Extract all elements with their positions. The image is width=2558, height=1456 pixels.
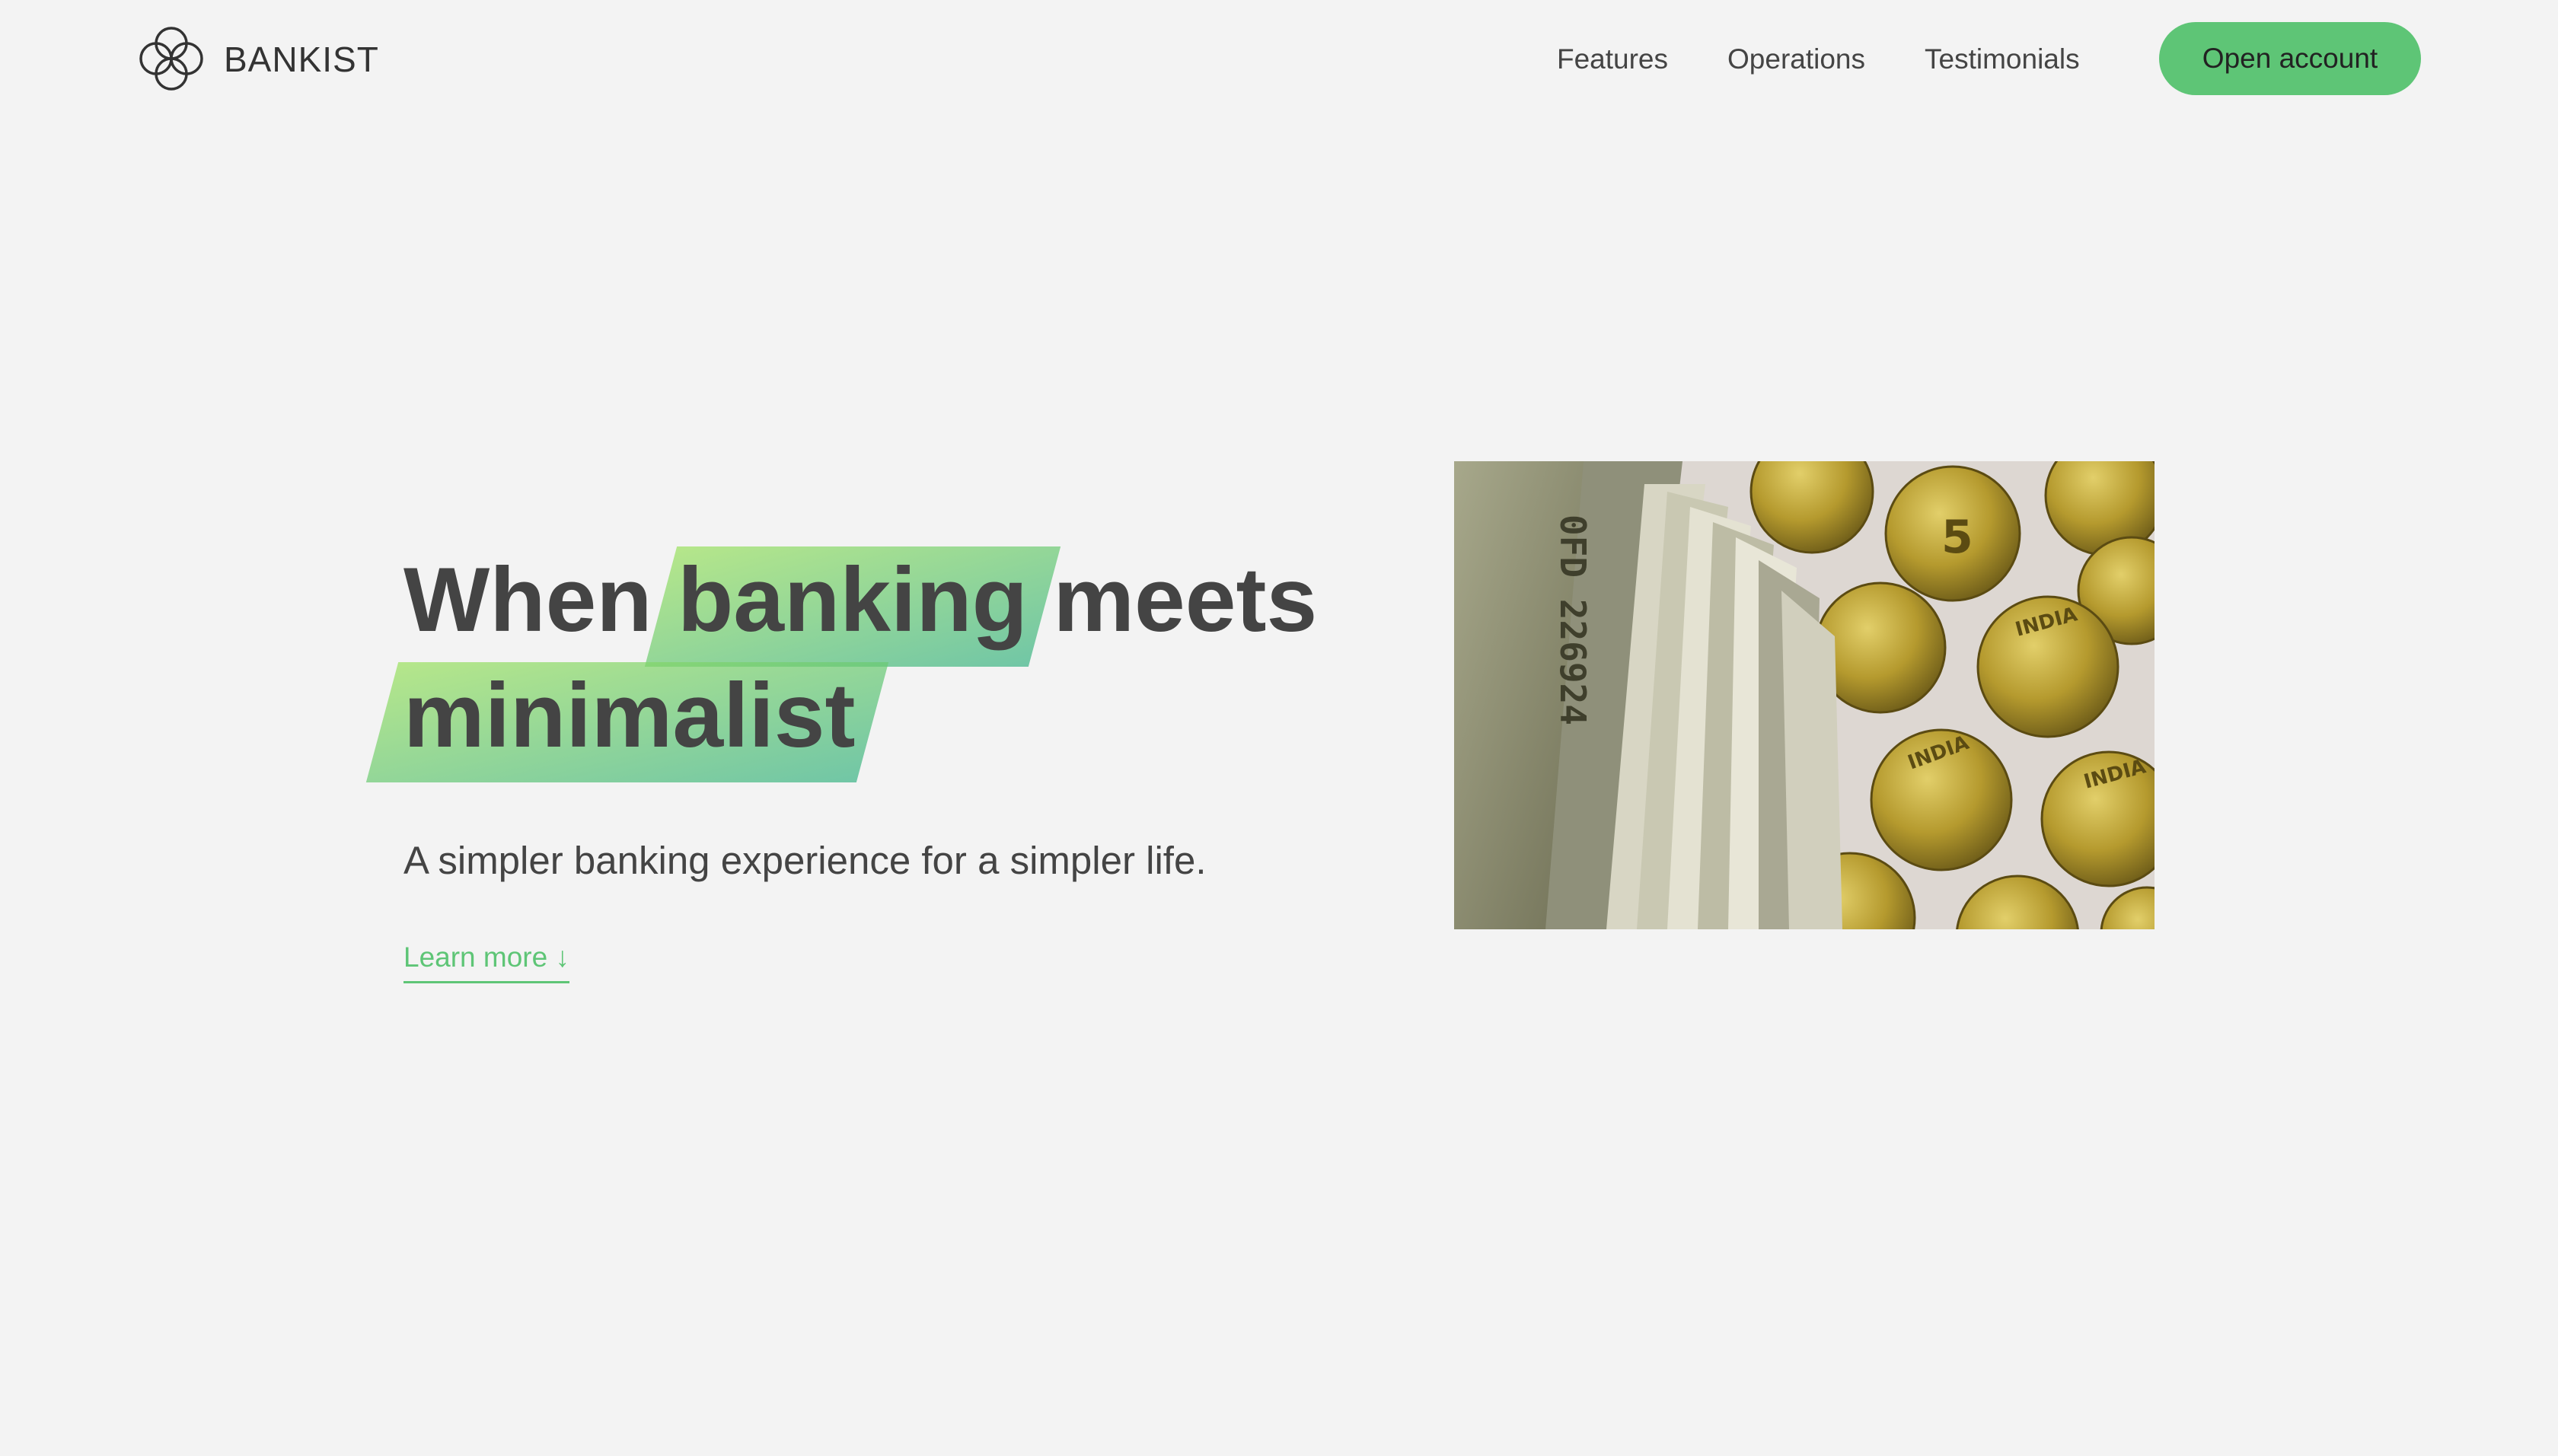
nav-link-testimonials[interactable]: Testimonials [1925, 37, 2080, 82]
hero-title: When banking meets minimalist [403, 542, 1317, 773]
nav-links: Features Operations Testimonials [1557, 37, 2080, 82]
hero-title-highlight-minimalist: minimalist [403, 658, 856, 773]
hero-title-word-meets: meets [1053, 549, 1318, 651]
nav-link-operations[interactable]: Operations [1727, 37, 1865, 82]
svg-text:5: 5 [1941, 511, 1973, 564]
top-navigation: BANKIST Features Operations Testimonials… [0, 0, 2558, 117]
hero-subtitle: A simpler banking experience for a simpl… [403, 839, 1207, 882]
learn-more-link[interactable]: Learn more ↓ [403, 938, 569, 983]
open-account-button[interactable]: Open account [2159, 22, 2421, 95]
banknote-serial: 0FD 226924 [1552, 515, 1593, 725]
highlight-text-banking: banking [677, 549, 1028, 651]
bankist-logo-icon[interactable] [136, 23, 207, 94]
hero-image: INDIA INDIA INDIA 5 0FD 226924 [1454, 461, 2155, 929]
money-illustration: INDIA INDIA INDIA 5 0FD 226924 [1454, 461, 2155, 929]
hero-title-highlight-banking: banking [678, 542, 1028, 658]
highlight-text-minimalist: minimalist [403, 664, 856, 766]
nav-link-features[interactable]: Features [1557, 37, 1668, 82]
brand-name[interactable]: BANKIST [224, 37, 379, 82]
hero-title-word-when: When [403, 549, 652, 651]
